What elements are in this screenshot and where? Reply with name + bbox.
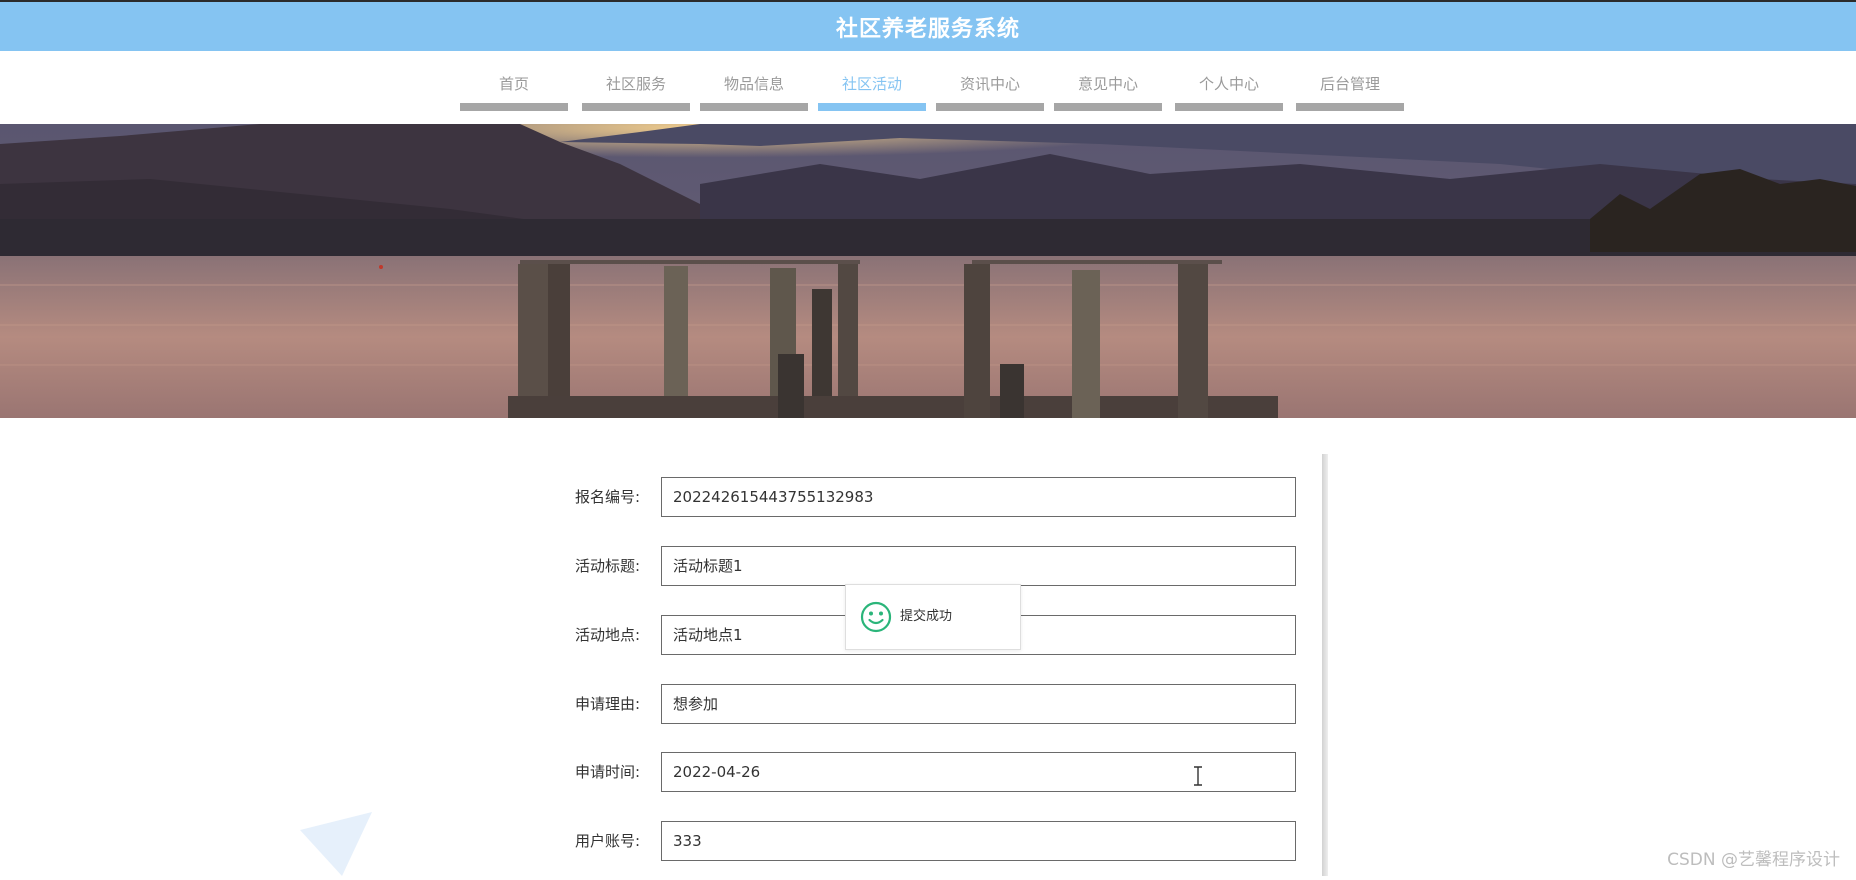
nav-item-label: 后台管理 <box>1319 75 1380 93</box>
nav-item-home[interactable]: 首页 <box>460 51 568 124</box>
signup-id-value: 202242615443755132983 <box>673 488 874 506</box>
decorative-triangle <box>300 812 372 880</box>
success-toast: 提交成功 <box>845 584 1021 650</box>
application-reason-label: 申请理由: <box>574 695 640 713</box>
user-account-input[interactable]: 333 <box>661 821 1296 861</box>
activity-title-input[interactable]: 活动标题1 <box>661 546 1296 586</box>
text-cursor-icon <box>1194 766 1202 786</box>
form-row-application-time: 申请时间: 2022-04-26 <box>540 752 1296 792</box>
nav-item-underline <box>460 103 568 111</box>
nav-item-label: 资讯中心 <box>959 75 1020 93</box>
nav-item-underline <box>1296 103 1404 111</box>
application-reason-value: 想参加 <box>673 695 719 713</box>
nav-item-admin[interactable]: 后台管理 <box>1296 51 1404 124</box>
site-title: 社区养老服务系统 <box>835 16 1020 42</box>
application-time-label: 申请时间: <box>574 763 640 781</box>
nav-item-community-service[interactable]: 社区服务 <box>582 51 690 124</box>
nav-item-goods-info[interactable]: 物品信息 <box>700 51 808 124</box>
form-panel-shadow <box>1322 454 1328 876</box>
activity-location-label: 活动地点: <box>574 626 640 644</box>
signup-id-input[interactable]: 202242615443755132983 <box>661 477 1296 517</box>
user-account-label: 用户账号: <box>574 832 640 850</box>
nav-item-underline <box>700 103 808 111</box>
form-row-application-reason: 申请理由: 想参加 <box>540 684 1296 724</box>
nav-item-label: 社区服务 <box>605 75 666 93</box>
nav-item-label: 首页 <box>498 75 529 93</box>
activity-title-value: 活动标题1 <box>673 557 743 575</box>
lake-pier-scene <box>0 124 1856 418</box>
form-row-activity-title: 活动标题: 活动标题1 <box>540 546 1296 586</box>
nav-item-underline <box>1175 103 1283 111</box>
main-nav: 首页 社区服务 物品信息 社区活动 资讯中心 意见中心 个人中心 后台管理 <box>0 51 1856 124</box>
nav-item-underline <box>936 103 1044 111</box>
nav-item-label: 社区活动 <box>841 75 902 93</box>
banner-image <box>0 124 1856 418</box>
nav-item-label: 意见中心 <box>1077 75 1138 93</box>
application-time-value: 2022-04-26 <box>673 763 761 781</box>
signup-id-label: 报名编号: <box>574 488 640 506</box>
form-row-user-account: 用户账号: 333 <box>540 821 1296 861</box>
activity-location-value: 活动地点1 <box>673 626 743 644</box>
form-row-signup-id: 报名编号: 202242615443755132983 <box>540 477 1296 517</box>
nav-item-feedback-center[interactable]: 意见中心 <box>1054 51 1162 124</box>
nav-item-underline <box>582 103 690 111</box>
application-reason-input[interactable]: 想参加 <box>661 684 1296 724</box>
nav-item-community-activity[interactable]: 社区活动 <box>818 51 926 124</box>
smile-icon <box>860 601 892 633</box>
nav-item-label: 个人中心 <box>1198 75 1259 93</box>
site-header: 社区养老服务系统 <box>0 2 1856 51</box>
user-account-value: 333 <box>673 832 702 850</box>
nav-item-news-center[interactable]: 资讯中心 <box>936 51 1044 124</box>
nav-item-personal-center[interactable]: 个人中心 <box>1175 51 1283 124</box>
activity-title-label: 活动标题: <box>574 557 640 575</box>
watermark: CSDN @艺馨程序设计 <box>1667 850 1840 870</box>
nav-item-underline <box>1054 103 1162 111</box>
nav-item-label: 物品信息 <box>723 75 784 93</box>
toast-message: 提交成功 <box>900 609 953 624</box>
nav-item-underline <box>818 103 926 111</box>
